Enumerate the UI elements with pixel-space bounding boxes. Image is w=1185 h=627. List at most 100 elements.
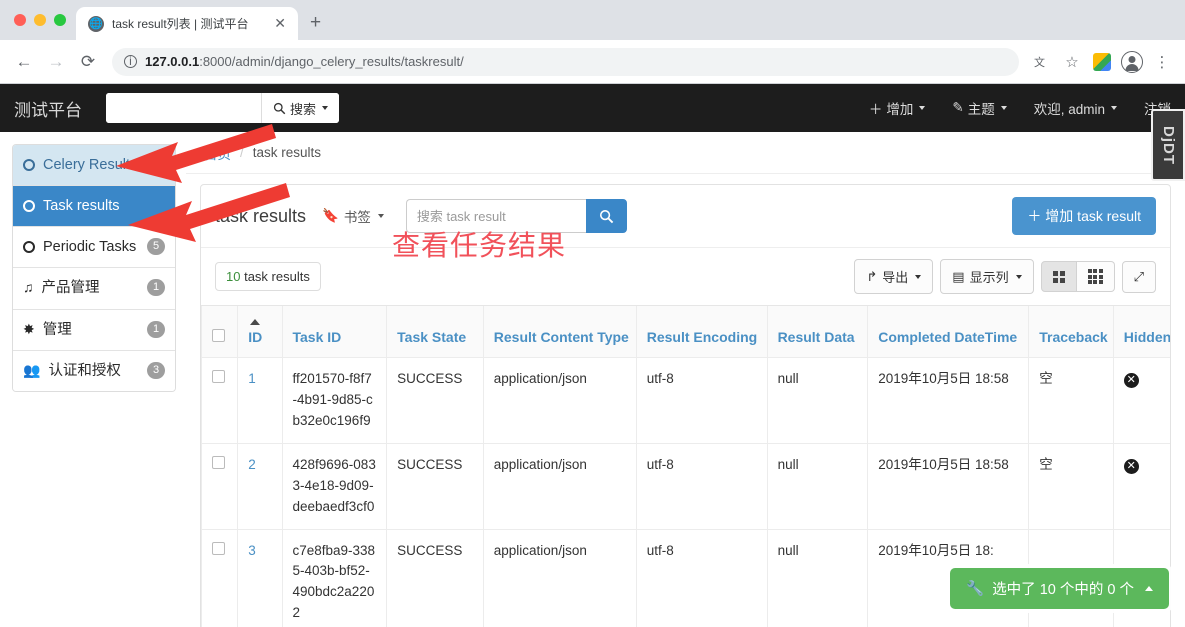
users-icon: 👥 — [23, 361, 41, 378]
pencil-icon: ✎ — [952, 100, 964, 115]
header-nav-add[interactable]: ＋ 增加 — [869, 98, 926, 118]
sidebar-item-periodic-tasks[interactable]: Periodic Tasks 5 — [13, 227, 175, 269]
row-checkbox[interactable] — [212, 370, 225, 383]
back-icon[interactable]: ← — [10, 48, 38, 76]
browser-tabstrip: 🌐 task result列表 | 测试平台 ✕ + — [0, 0, 1185, 40]
extension-icon[interactable] — [1089, 49, 1115, 75]
browser-tab[interactable]: 🌐 task result列表 | 测试平台 ✕ — [76, 7, 298, 40]
sidebar-app-celery-results[interactable]: Celery Results 2 — [13, 145, 175, 187]
cell-encoding: utf-8 — [635, 357, 768, 444]
url-path: :8000/admin/django_celery_results/taskre… — [199, 54, 464, 69]
search-input[interactable] — [405, 199, 586, 233]
bookmark-dropdown[interactable]: 🔖 书签 — [322, 206, 384, 226]
cell-task-id: ff201570-f8f7-4b91-9d85-cb32e0c196f9 — [281, 357, 388, 444]
chevron-down-icon — [919, 106, 926, 110]
cell-completed: 2019年10月5日 18:58 — [867, 357, 1030, 444]
column-header-result-encoding[interactable]: Result Encoding — [635, 306, 768, 358]
row-id-link[interactable]: 2 — [248, 457, 256, 472]
close-tab-icon[interactable]: ✕ — [270, 15, 290, 32]
sidebar-item-management[interactable]: ✸ 管理 1 — [13, 309, 175, 351]
forward-icon[interactable]: → — [42, 48, 70, 76]
list-panel: task results 🔖 书签 搜索 task result ＋ 增加 ta… — [200, 184, 1171, 627]
sidebar-app-badge: 2 — [147, 156, 165, 173]
cell-id: 2 — [237, 442, 283, 530]
profile-avatar-icon[interactable] — [1119, 49, 1145, 75]
row-checkbox[interactable] — [212, 455, 225, 469]
admin-body: Celery Results 2 Task results Periodic T… — [0, 132, 1185, 627]
breadcrumb-separator: / — [240, 145, 244, 160]
grid-dense-icon[interactable] — [1076, 261, 1115, 292]
cell-task-id: c7e8fba9-3385-403b-bf52-490bdc2a2202 — [281, 528, 388, 627]
header-nav-theme[interactable]: ✎ 主题 — [952, 98, 1007, 118]
cell-encoding: utf-8 — [635, 442, 768, 530]
new-tab-button[interactable]: + — [298, 12, 333, 34]
cell-id: 1 — [237, 357, 283, 444]
column-header-id[interactable]: ID — [237, 306, 283, 358]
chevron-down-icon — [322, 106, 329, 110]
row-id-link[interactable]: 1 — [248, 371, 256, 386]
export-button[interactable]: ↱ 导出 — [854, 259, 934, 294]
breadcrumb-home[interactable]: 首页 — [204, 143, 231, 163]
fullscreen-button[interactable]: ⤢ — [1121, 260, 1156, 293]
bookmark-star-icon[interactable]: ☆ — [1059, 49, 1085, 75]
browser-menu-icon[interactable]: ⋮ — [1149, 49, 1175, 75]
sidebar-item-label: 管理 — [42, 321, 72, 338]
x-circle-icon: ✕ — [1123, 458, 1139, 474]
cell-completed: 2019年10月5日 18:58 — [867, 442, 1030, 530]
admin-header: 测试平台 搜索 ＋ 增加 ✎ 主题 欢迎, admin — [0, 84, 1185, 132]
column-header-result-content-type[interactable]: Result Content Type — [482, 306, 637, 358]
globe-icon: 🌐 — [88, 15, 104, 32]
plus-icon: ＋ — [868, 102, 883, 117]
reload-icon[interactable]: ⟳ — [74, 48, 102, 76]
url-host: 127.0.0.1 — [145, 54, 200, 69]
select-all-header — [201, 306, 239, 358]
list-search — [405, 199, 627, 233]
column-header-completed-datetime[interactable]: Completed DateTime — [867, 306, 1030, 358]
chevron-down-icon — [377, 214, 384, 218]
column-header-task-id[interactable]: Task ID — [281, 306, 388, 358]
show-columns-button[interactable]: ▤ 显示列 — [940, 259, 1034, 294]
global-search-input[interactable] — [106, 93, 261, 123]
grid-compact-icon[interactable] — [1040, 261, 1077, 292]
cell-task-state: SUCCESS — [386, 357, 484, 444]
bookmark-icon: 🔖 — [322, 208, 339, 223]
table-row[interactable]: 1 ff201570-f8f7-4b91-9d85-cb32e0c196f9 S… — [201, 357, 1170, 444]
result-count-badge: 10 task results — [215, 262, 321, 291]
chevron-down-icon — [915, 274, 922, 279]
column-header-traceback[interactable]: Traceback — [1028, 306, 1114, 358]
add-task-result-label: 增加 task result — [1045, 208, 1141, 224]
select-all-checkbox[interactable] — [212, 329, 225, 342]
cell-traceback: 空 — [1028, 442, 1114, 530]
row-checkbox[interactable] — [212, 541, 225, 555]
selection-toast[interactable]: 🔧 选中了 10 个中的 0 个 — [950, 568, 1169, 609]
sidebar-item-auth[interactable]: 👥 认证和授权 3 — [13, 350, 175, 391]
sidebar-item-badge: 3 — [147, 361, 165, 379]
column-header-task-state[interactable]: Task State — [386, 306, 484, 358]
add-task-result-button[interactable]: ＋ 增加 task result — [1012, 197, 1156, 235]
search-submit-button[interactable] — [585, 199, 627, 233]
breadcrumb: 首页 / task results — [186, 132, 1185, 174]
column-header-hidden[interactable]: Hidden — [1112, 306, 1170, 358]
close-window-button[interactable] — [14, 14, 26, 26]
site-info-icon[interactable]: i — [124, 55, 137, 68]
global-search-button[interactable]: 搜索 — [261, 93, 340, 123]
global-search: 搜索 — [106, 93, 340, 123]
debug-toolbar-handle[interactable]: DjDT — [1151, 109, 1185, 181]
sidebar-item-task-results[interactable]: Task results — [13, 186, 175, 228]
table-header-row: ID Task ID Task State Result Content Typ… — [201, 306, 1170, 358]
translate-icon[interactable]: 文 — [1029, 49, 1055, 75]
address-bar[interactable]: i 127.0.0.1:8000/admin/django_celery_res… — [112, 47, 1019, 76]
export-label: 导出 — [882, 270, 909, 285]
header-nav-user[interactable]: 欢迎, admin — [1034, 98, 1117, 118]
maximize-window-button[interactable] — [54, 14, 66, 26]
table-row[interactable]: 2 428f9696-0833-4e18-9d09-deebaedf3cf0 S… — [201, 442, 1170, 530]
column-header-result-data[interactable]: Result Data — [766, 306, 869, 358]
sidebar-item-product-management[interactable]: ♫ 产品管理 1 — [13, 268, 175, 310]
address-bar-url: 127.0.0.1:8000/admin/django_celery_resul… — [145, 54, 464, 69]
selection-toast-text: 选中了 10 个中的 0 个 — [992, 582, 1134, 598]
minimize-window-button[interactable] — [34, 14, 46, 26]
chevron-down-icon — [1111, 106, 1117, 110]
site-brand[interactable]: 测试平台 — [14, 96, 82, 121]
row-id-link[interactable]: 3 — [248, 543, 256, 558]
cell-traceback: 空 — [1028, 357, 1114, 444]
